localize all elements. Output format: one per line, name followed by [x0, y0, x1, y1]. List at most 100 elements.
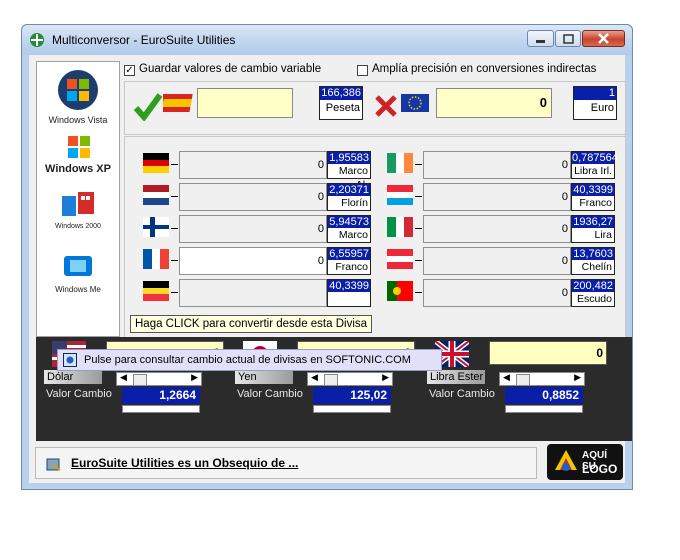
currency-row: 0 2,20371 Florín — [143, 182, 379, 212]
currency-rate: 40,3399 — [328, 280, 370, 292]
flag-icon — [387, 217, 413, 237]
currency-value-field[interactable] — [179, 279, 327, 307]
windows-2000-logo[interactable]: Windows 2000 — [37, 190, 119, 230]
currency-value-field[interactable]: 0 — [423, 183, 571, 211]
clear-icon[interactable] — [373, 93, 399, 119]
connector-line — [415, 228, 422, 229]
currency-rate: 5,94573 — [328, 216, 370, 228]
currency-rate: 200,482 — [572, 280, 614, 292]
main-window: Multiconversor - EuroSuite Utilities Win… — [21, 24, 633, 490]
currency-rate-box: 13,7603 Chelín — [571, 247, 615, 275]
windows-me-logo[interactable]: Windows Me — [37, 252, 119, 294]
currency-row: 0 0,787564 Libra Irl. — [387, 150, 623, 180]
title-bar[interactable]: Multiconversor - EuroSuite Utilities — [22, 25, 632, 55]
flag-right-0-icon[interactable] — [387, 153, 413, 176]
maximize-button[interactable] — [555, 30, 581, 47]
info-icon — [63, 353, 77, 367]
quick-currency-name: Libra Ester — [427, 370, 485, 384]
quick-rate-value[interactable]: 1,2664 — [122, 387, 200, 404]
quick-rate-slider[interactable] — [122, 405, 200, 413]
flag-icon — [143, 217, 169, 237]
precision-checkbox[interactable] — [357, 65, 368, 76]
quick-rate-scrollbar[interactable]: ◀ ▶ — [307, 372, 393, 386]
footer-bar: EuroSuite Utilities es un Obsequio de ..… — [35, 447, 537, 479]
currency-row: 0 1936,27 Lira — [387, 214, 623, 244]
currency-name: Florín — [341, 197, 368, 209]
currency-name: Franco — [579, 197, 612, 209]
connector-line — [171, 260, 178, 261]
logo-placeholder[interactable]: AQUÍ SU LOGO — [547, 444, 623, 480]
precision-label: Amplía precisión en conversiones indirec… — [372, 63, 597, 75]
peseta-rate: 166,386 — [320, 87, 362, 100]
main-conversion-panel: 166,386 Peseta 0 1 Euro — [124, 81, 626, 135]
flag-left-4-icon[interactable] — [143, 281, 169, 304]
spain-flag-icon[interactable] — [163, 92, 195, 114]
euro-value-field[interactable]: 0 — [436, 88, 552, 118]
quick-rate-slider[interactable] — [313, 405, 391, 413]
flag-left-0-icon[interactable] — [143, 153, 169, 176]
save-values-label: Guardar valores de cambio variable — [139, 63, 322, 75]
currency-rate: 2,20371 — [328, 184, 370, 196]
gift-icon — [46, 458, 61, 471]
quick-rate-value[interactable]: 0,8852 — [505, 387, 583, 404]
currency-rate-box: 2,20371 Florín — [327, 183, 371, 211]
peseta-name: Peseta — [325, 102, 360, 114]
connector-line — [415, 260, 422, 261]
eu-flag-icon[interactable] — [400, 92, 432, 114]
eurosuite-link[interactable]: EuroSuite Utilities es un Obsequio de ..… — [71, 456, 298, 470]
flag-icon — [387, 281, 413, 301]
currency-value-field[interactable]: 0 — [423, 279, 571, 307]
minimize-button[interactable] — [527, 30, 554, 47]
flag-left-2-icon[interactable] — [143, 217, 169, 240]
connector-line — [415, 196, 422, 197]
valor-cambio-label: Valor Cambio — [46, 388, 112, 400]
flag-right-4-icon[interactable] — [387, 281, 413, 304]
flag-right-1-icon[interactable] — [387, 185, 413, 208]
connector-line — [171, 196, 178, 197]
flag-icon — [387, 153, 413, 173]
connector-line — [171, 228, 178, 229]
quick-rate-scrollbar[interactable]: ◀ ▶ — [116, 372, 202, 386]
save-values-checkbox[interactable]: ✓ — [124, 65, 135, 76]
quick-rate-scrollbar[interactable]: ◀ ▶ — [499, 372, 585, 386]
currency-row: 0 200,482 Escudo — [387, 278, 623, 308]
flag-right-3-icon[interactable] — [387, 249, 413, 272]
currency-value-field[interactable]: 0 — [179, 247, 327, 275]
currency-rate-box: 200,482 Escudo — [571, 279, 615, 307]
close-icon — [598, 33, 609, 44]
windows-xp-logo[interactable]: Windows XP — [37, 134, 119, 175]
minimize-icon — [536, 40, 545, 43]
flag-icon — [143, 249, 169, 269]
currency-rate-box: 6,55957 Franco — [327, 247, 371, 275]
connector-line — [171, 292, 178, 293]
flag-left-1-icon[interactable] — [143, 185, 169, 208]
quick-value-field[interactable]: 0 — [489, 341, 607, 365]
quick-rate-value[interactable]: 125,02 — [313, 387, 391, 404]
close-button[interactable] — [582, 30, 625, 47]
flag-icon — [387, 185, 413, 205]
valor-cambio-label: Valor Cambio — [237, 388, 303, 400]
currency-row: 0 5,94573 Marco — [143, 214, 379, 244]
currency-value-field[interactable]: 0 — [423, 151, 571, 179]
peseta-value-field[interactable] — [197, 88, 293, 118]
flag-left-3-icon[interactable] — [143, 249, 169, 272]
flag-icon — [143, 153, 169, 173]
quick-rate-slider[interactable] — [505, 405, 583, 413]
currency-rate-box: 1936,27 Lira — [571, 215, 615, 243]
currency-value-field[interactable]: 0 — [179, 151, 327, 179]
quick-currency-name: Yen — [235, 370, 293, 384]
windows-vista-icon — [58, 70, 98, 110]
euro-rate-box: 1 Euro — [573, 86, 617, 120]
window-title: Multiconversor - EuroSuite Utilities — [52, 33, 236, 47]
peseta-rate-box: 166,386 Peseta — [319, 86, 363, 120]
currency-name: Chelín — [581, 261, 612, 273]
currency-value-field[interactable]: 0 — [423, 215, 571, 243]
flag-right-2-icon[interactable] — [387, 217, 413, 240]
windows-vista-logo[interactable]: Windows Vista — [37, 68, 119, 125]
currency-value-field[interactable]: 0 — [423, 247, 571, 275]
flag-icon — [143, 185, 169, 205]
currency-value-field[interactable]: 0 — [179, 215, 327, 243]
currency-value-field[interactable]: 0 — [179, 183, 327, 211]
softonic-link[interactable]: Pulse para consultar cambio actual de di… — [57, 349, 442, 371]
softonic-text: Pulse para consultar cambio actual de di… — [84, 354, 411, 366]
